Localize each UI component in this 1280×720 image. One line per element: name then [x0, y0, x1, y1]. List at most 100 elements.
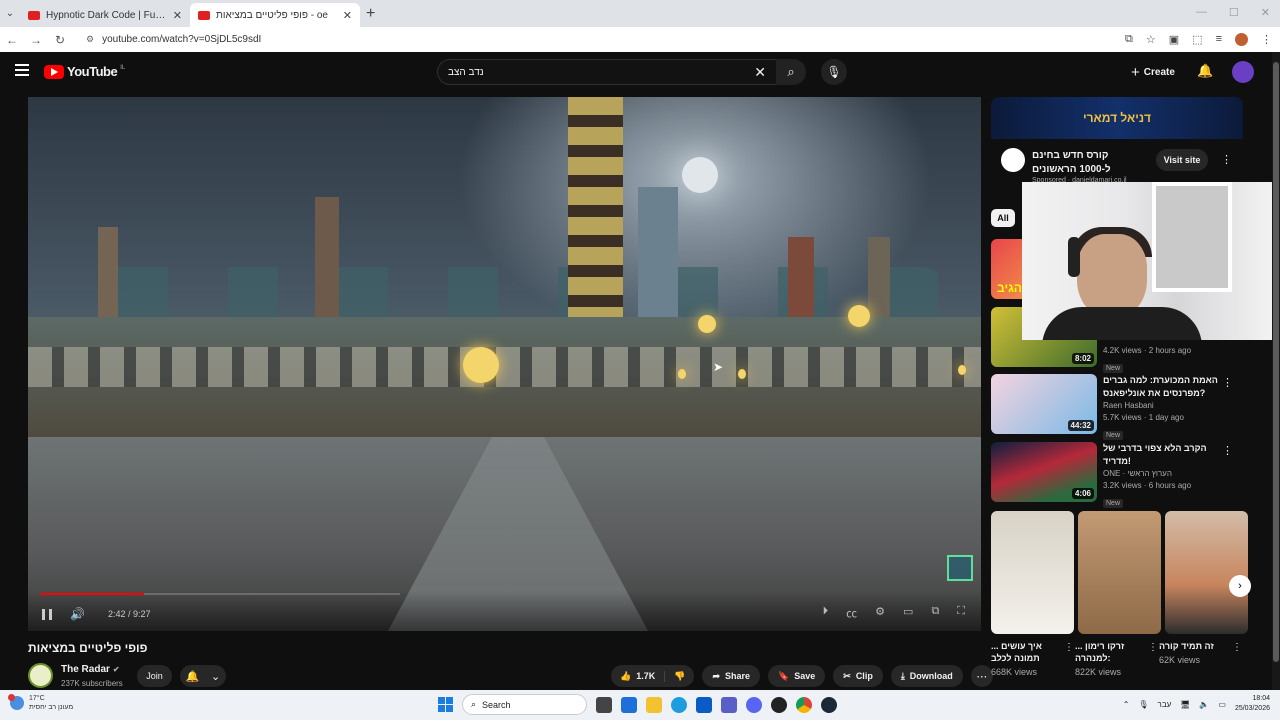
browser-tab[interactable]: Hypnotic Dark Code | Futuristic ✕ — [20, 3, 190, 27]
clip-button[interactable]: ✂ Clip — [833, 665, 883, 687]
extension-icon[interactable]: ▣ — [1169, 33, 1179, 46]
voice-search-button[interactable]: 🎙 — [821, 59, 847, 85]
short-title[interactable]: זרקו רימון ... למנהרה: — [1075, 640, 1145, 664]
cast-icon[interactable]: ⧉ — [1125, 33, 1133, 46]
obs-icon[interactable] — [771, 696, 787, 713]
channel-name[interactable]: The Radar ✔ — [61, 664, 120, 675]
reload-icon[interactable]: ↻ — [48, 33, 72, 47]
minimize-icon[interactable]: — — [1196, 6, 1207, 19]
more-actions-icon[interactable]: ⋯ — [970, 665, 993, 687]
advertiser-logo — [1001, 148, 1025, 172]
channel-avatar[interactable] — [28, 663, 53, 688]
taskbar-search[interactable]: ⌕ Search — [462, 694, 587, 715]
search-button[interactable]: ⌕ — [776, 59, 806, 85]
browser-menu-icon[interactable]: ⋮ — [1261, 33, 1272, 46]
autoplay-toggle-icon[interactable]: ⏵ — [823, 605, 829, 621]
chip-all[interactable]: All — [991, 209, 1015, 227]
account-avatar[interactable] — [1232, 61, 1254, 83]
weather-widget[interactable]: 17°C מעונן רב יחסית — [8, 694, 73, 712]
pause-icon[interactable] — [42, 609, 52, 620]
forward-icon[interactable]: → — [24, 33, 48, 47]
more-options-icon[interactable]: ⋮ — [1222, 444, 1233, 457]
profile-avatar[interactable] — [1235, 33, 1248, 46]
start-windows-icon[interactable] — [438, 697, 453, 712]
chrome-icon[interactable] — [796, 696, 812, 713]
short-title[interactable]: איך עושים ... תמונה לכלב — [991, 640, 1061, 664]
settings-gear-icon[interactable]: ⚙ — [875, 605, 885, 621]
weather-icon — [8, 694, 24, 710]
tab-search-icon[interactable]: ⌄ — [0, 8, 20, 19]
url-field[interactable]: ⚙ youtube.com/watch?v=0SjDL5c9sdI — [86, 34, 1086, 45]
video-player[interactable]: ➤ 🔊 2:42 / 9:27 ⏵ ㏄ ⚙ ▭ ⧉ ⛶ — [28, 97, 981, 631]
visit-site-button[interactable]: Visit site — [1156, 149, 1208, 171]
store-icon[interactable] — [696, 696, 712, 713]
bookmark-icon: 🔖 — [778, 670, 790, 681]
site-info-icon[interactable]: ⚙ — [86, 34, 94, 45]
more-options-icon[interactable]: ⋮ — [1222, 376, 1233, 389]
more-options-icon[interactable]: ⋮ — [1232, 642, 1242, 653]
browser-tab-active[interactable]: פופי פליטיים במציאות - oe ✕ — [190, 3, 360, 27]
share-button[interactable]: ➦ Share — [702, 665, 761, 687]
tray-chevron-icon[interactable]: ⌃ — [1123, 700, 1130, 709]
network-icon[interactable]: 🖥 — [1180, 700, 1190, 709]
mic-tray-icon[interactable]: 🎙 — [1138, 700, 1148, 709]
short-thumbnail[interactable] — [1165, 511, 1248, 634]
discord-icon[interactable] — [746, 696, 762, 713]
task-view-icon[interactable] — [596, 696, 612, 713]
edge-icon[interactable] — [671, 696, 687, 713]
word-icon[interactable] — [621, 696, 637, 713]
more-options-icon[interactable]: ⋮ — [1064, 642, 1074, 653]
file-explorer-icon[interactable] — [646, 696, 662, 713]
like-button[interactable]: 👍 1.7K — [611, 670, 666, 682]
create-button[interactable]: + Create — [1131, 60, 1175, 84]
video-meta: 3.2K views · 6 hours ago — [1103, 481, 1192, 490]
notifications-bell-icon[interactable]: 🔔 — [1197, 63, 1213, 79]
short-thumbnail[interactable] — [1078, 511, 1161, 634]
time-display: 2:42 / 9:27 — [108, 609, 151, 619]
teams-icon[interactable] — [721, 696, 737, 713]
bookmark-star-icon[interactable]: ☆ — [1146, 33, 1156, 46]
cast-icon[interactable]: ⧉ — [931, 605, 939, 621]
windows-taskbar: 17°C מעונן רב יחסית ⌕ Search ⌃ 🎙 עבר 🖥 🔈 ▭… — [0, 690, 1280, 720]
more-options-icon[interactable]: ⋮ — [1148, 642, 1158, 653]
hamburger-menu-icon[interactable] — [15, 64, 29, 76]
new-tab-icon[interactable]: + — [366, 5, 375, 23]
search-input[interactable]: נדב הצב ✕ — [437, 59, 777, 85]
player-controls: 🔊 2:42 / 9:27 ⏵ ㏄ ⚙ ▭ ⧉ ⛶ — [28, 591, 981, 631]
maximize-icon[interactable]: ☐ — [1229, 6, 1239, 19]
youtube-logo[interactable]: YouTube IL — [44, 64, 125, 79]
back-icon[interactable]: ← — [0, 33, 24, 47]
volume-tray-icon[interactable]: 🔈 — [1199, 700, 1209, 709]
clear-search-icon[interactable]: ✕ — [754, 64, 766, 81]
save-button[interactable]: 🔖 Save — [768, 665, 826, 687]
subscription-bell-button[interactable]: 🔔 ⌄ — [180, 665, 226, 687]
list-item[interactable]: 44:32 האמת המכוערת: למה גברים מפרנסים את… — [991, 374, 1243, 442]
shorts-next-button[interactable]: › — [1229, 575, 1251, 597]
dislike-button[interactable]: 👎 — [665, 671, 694, 682]
ad-more-icon[interactable]: ⋮ — [1221, 153, 1232, 166]
short-title[interactable]: זה תמיד קורה — [1159, 640, 1229, 652]
video-thumbnail[interactable]: 4:06 — [991, 442, 1097, 502]
subtitles-icon[interactable]: ㏄ — [846, 605, 857, 621]
close-tab-icon[interactable]: ✕ — [343, 9, 352, 22]
video-thumbnail[interactable]: 44:32 — [991, 374, 1097, 434]
close-tab-icon[interactable]: ✕ — [173, 9, 182, 22]
short-thumbnail[interactable] — [991, 511, 1074, 634]
miniplayer-icon[interactable]: ▭ — [903, 605, 913, 621]
steam-icon[interactable] — [821, 696, 837, 713]
join-button[interactable]: Join — [137, 665, 172, 687]
progress-bar[interactable] — [40, 593, 400, 595]
extensions-puzzle-icon[interactable]: ⬚ — [1192, 33, 1202, 46]
volume-icon[interactable]: 🔊 — [70, 607, 85, 621]
page-scrollbar[interactable] — [1272, 52, 1280, 690]
battery-icon[interactable]: ▭ — [1218, 700, 1226, 709]
address-bar-row: ← → ↻ ⚙ youtube.com/watch?v=0SjDL5c9sdI … — [0, 27, 1280, 52]
list-item[interactable]: 4:06 הקרב הלא צפוי בדרבי של מדריד! ONE ·… — [991, 442, 1243, 510]
language-indicator[interactable]: עבר — [1158, 700, 1172, 709]
channel-watermark[interactable] — [947, 555, 973, 581]
download-button[interactable]: ⤓ Download — [890, 665, 963, 687]
close-window-icon[interactable]: ✕ — [1261, 6, 1270, 19]
media-icon[interactable]: ≡ — [1216, 33, 1222, 46]
fullscreen-icon[interactable]: ⛶ — [957, 605, 965, 621]
clock[interactable]: 18:04 25/03/2026 — [1235, 694, 1270, 714]
